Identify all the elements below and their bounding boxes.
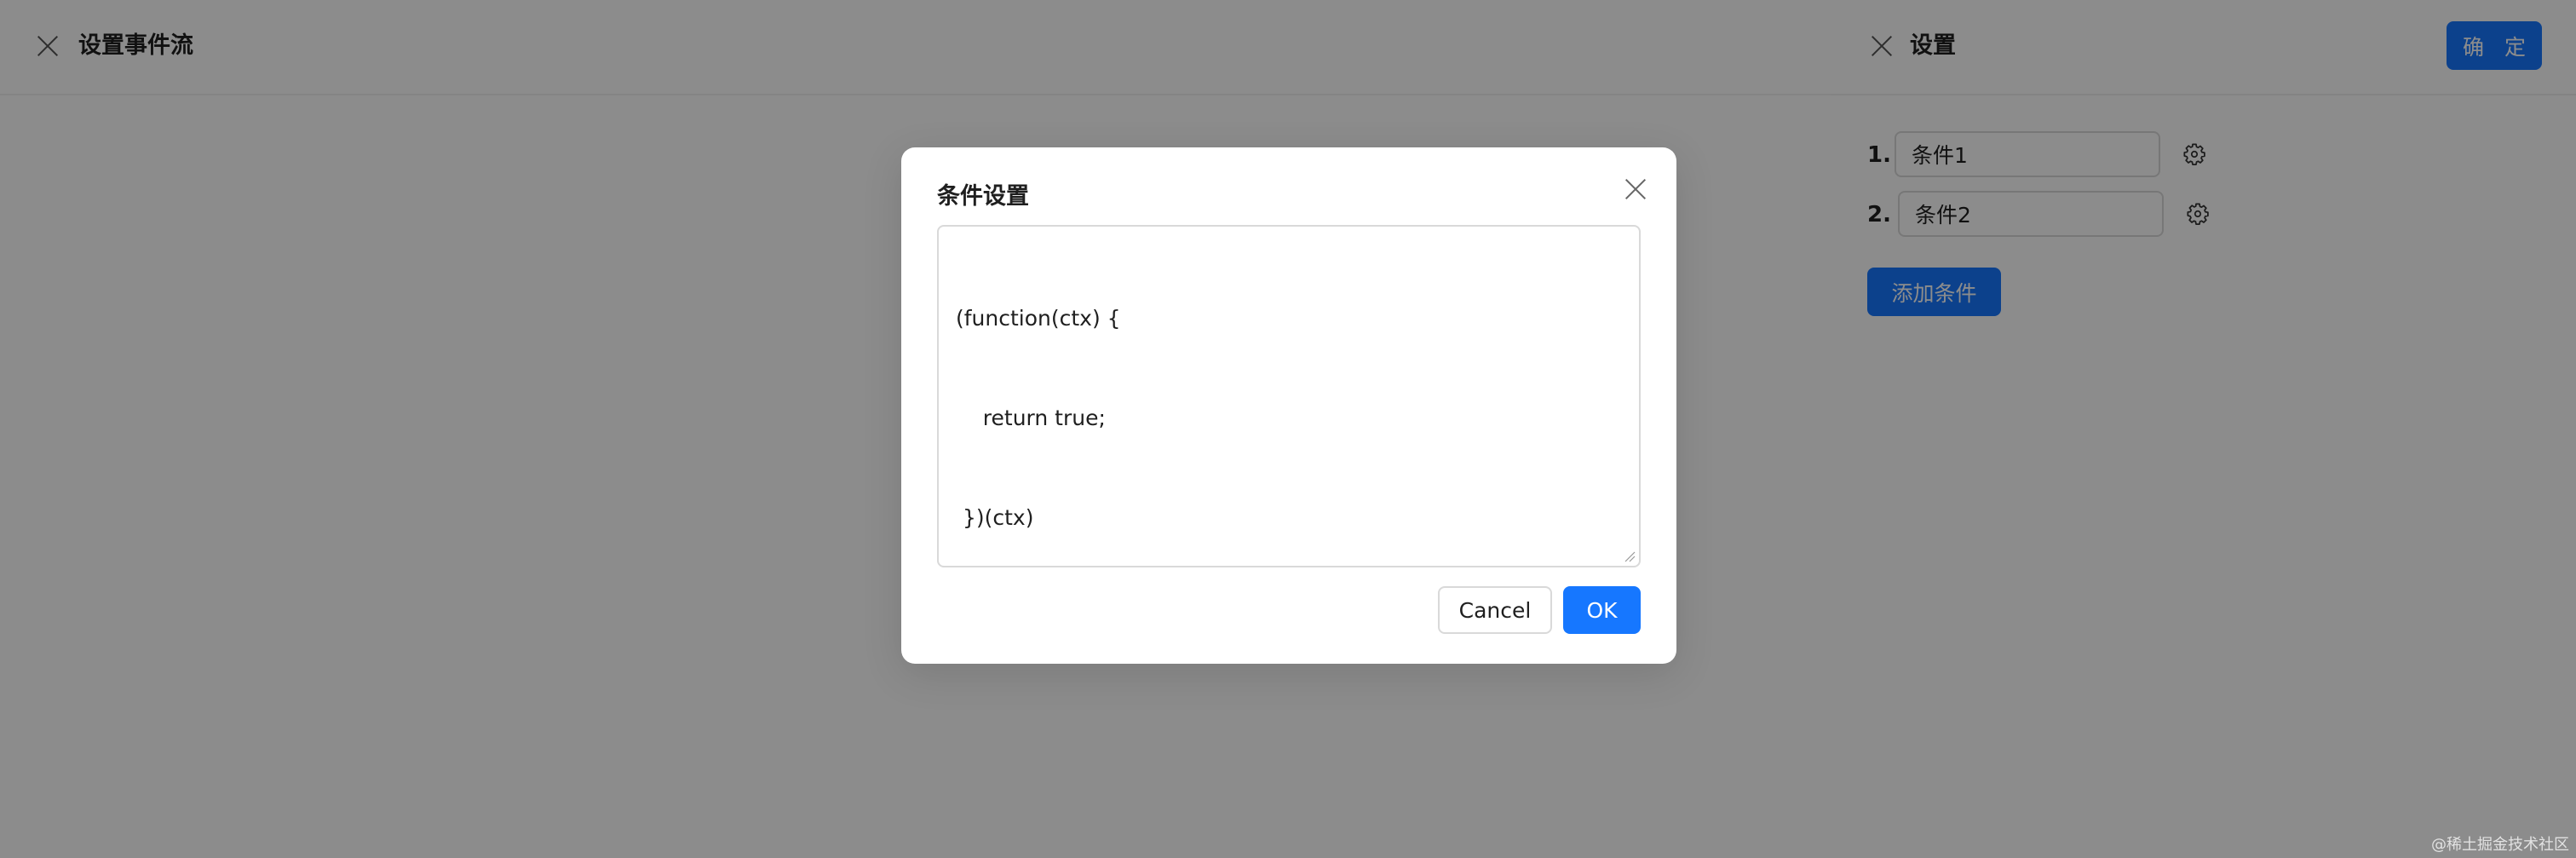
- watermark: @稀土掘金技术社区: [2431, 836, 2569, 854]
- app-root: 设置事件流 设置 确 定 1. 2. 添加条件: [0, 0, 2576, 858]
- cancel-button[interactable]: Cancel: [1438, 586, 1552, 634]
- modal-title: 条件设置: [937, 183, 1029, 210]
- close-icon[interactable]: [1624, 178, 1647, 200]
- code-line: })(ctx): [956, 505, 1034, 530]
- code-line: return true;: [956, 406, 1106, 430]
- condition-settings-modal: 条件设置 (function(ctx) { return true; })(ct…: [901, 147, 1676, 664]
- resize-handle-icon[interactable]: [1624, 550, 1636, 562]
- code-editor-textarea[interactable]: (function(ctx) { return true; })(ctx): [937, 225, 1641, 567]
- code-line: (function(ctx) {: [956, 306, 1121, 331]
- ok-button[interactable]: OK: [1563, 586, 1641, 634]
